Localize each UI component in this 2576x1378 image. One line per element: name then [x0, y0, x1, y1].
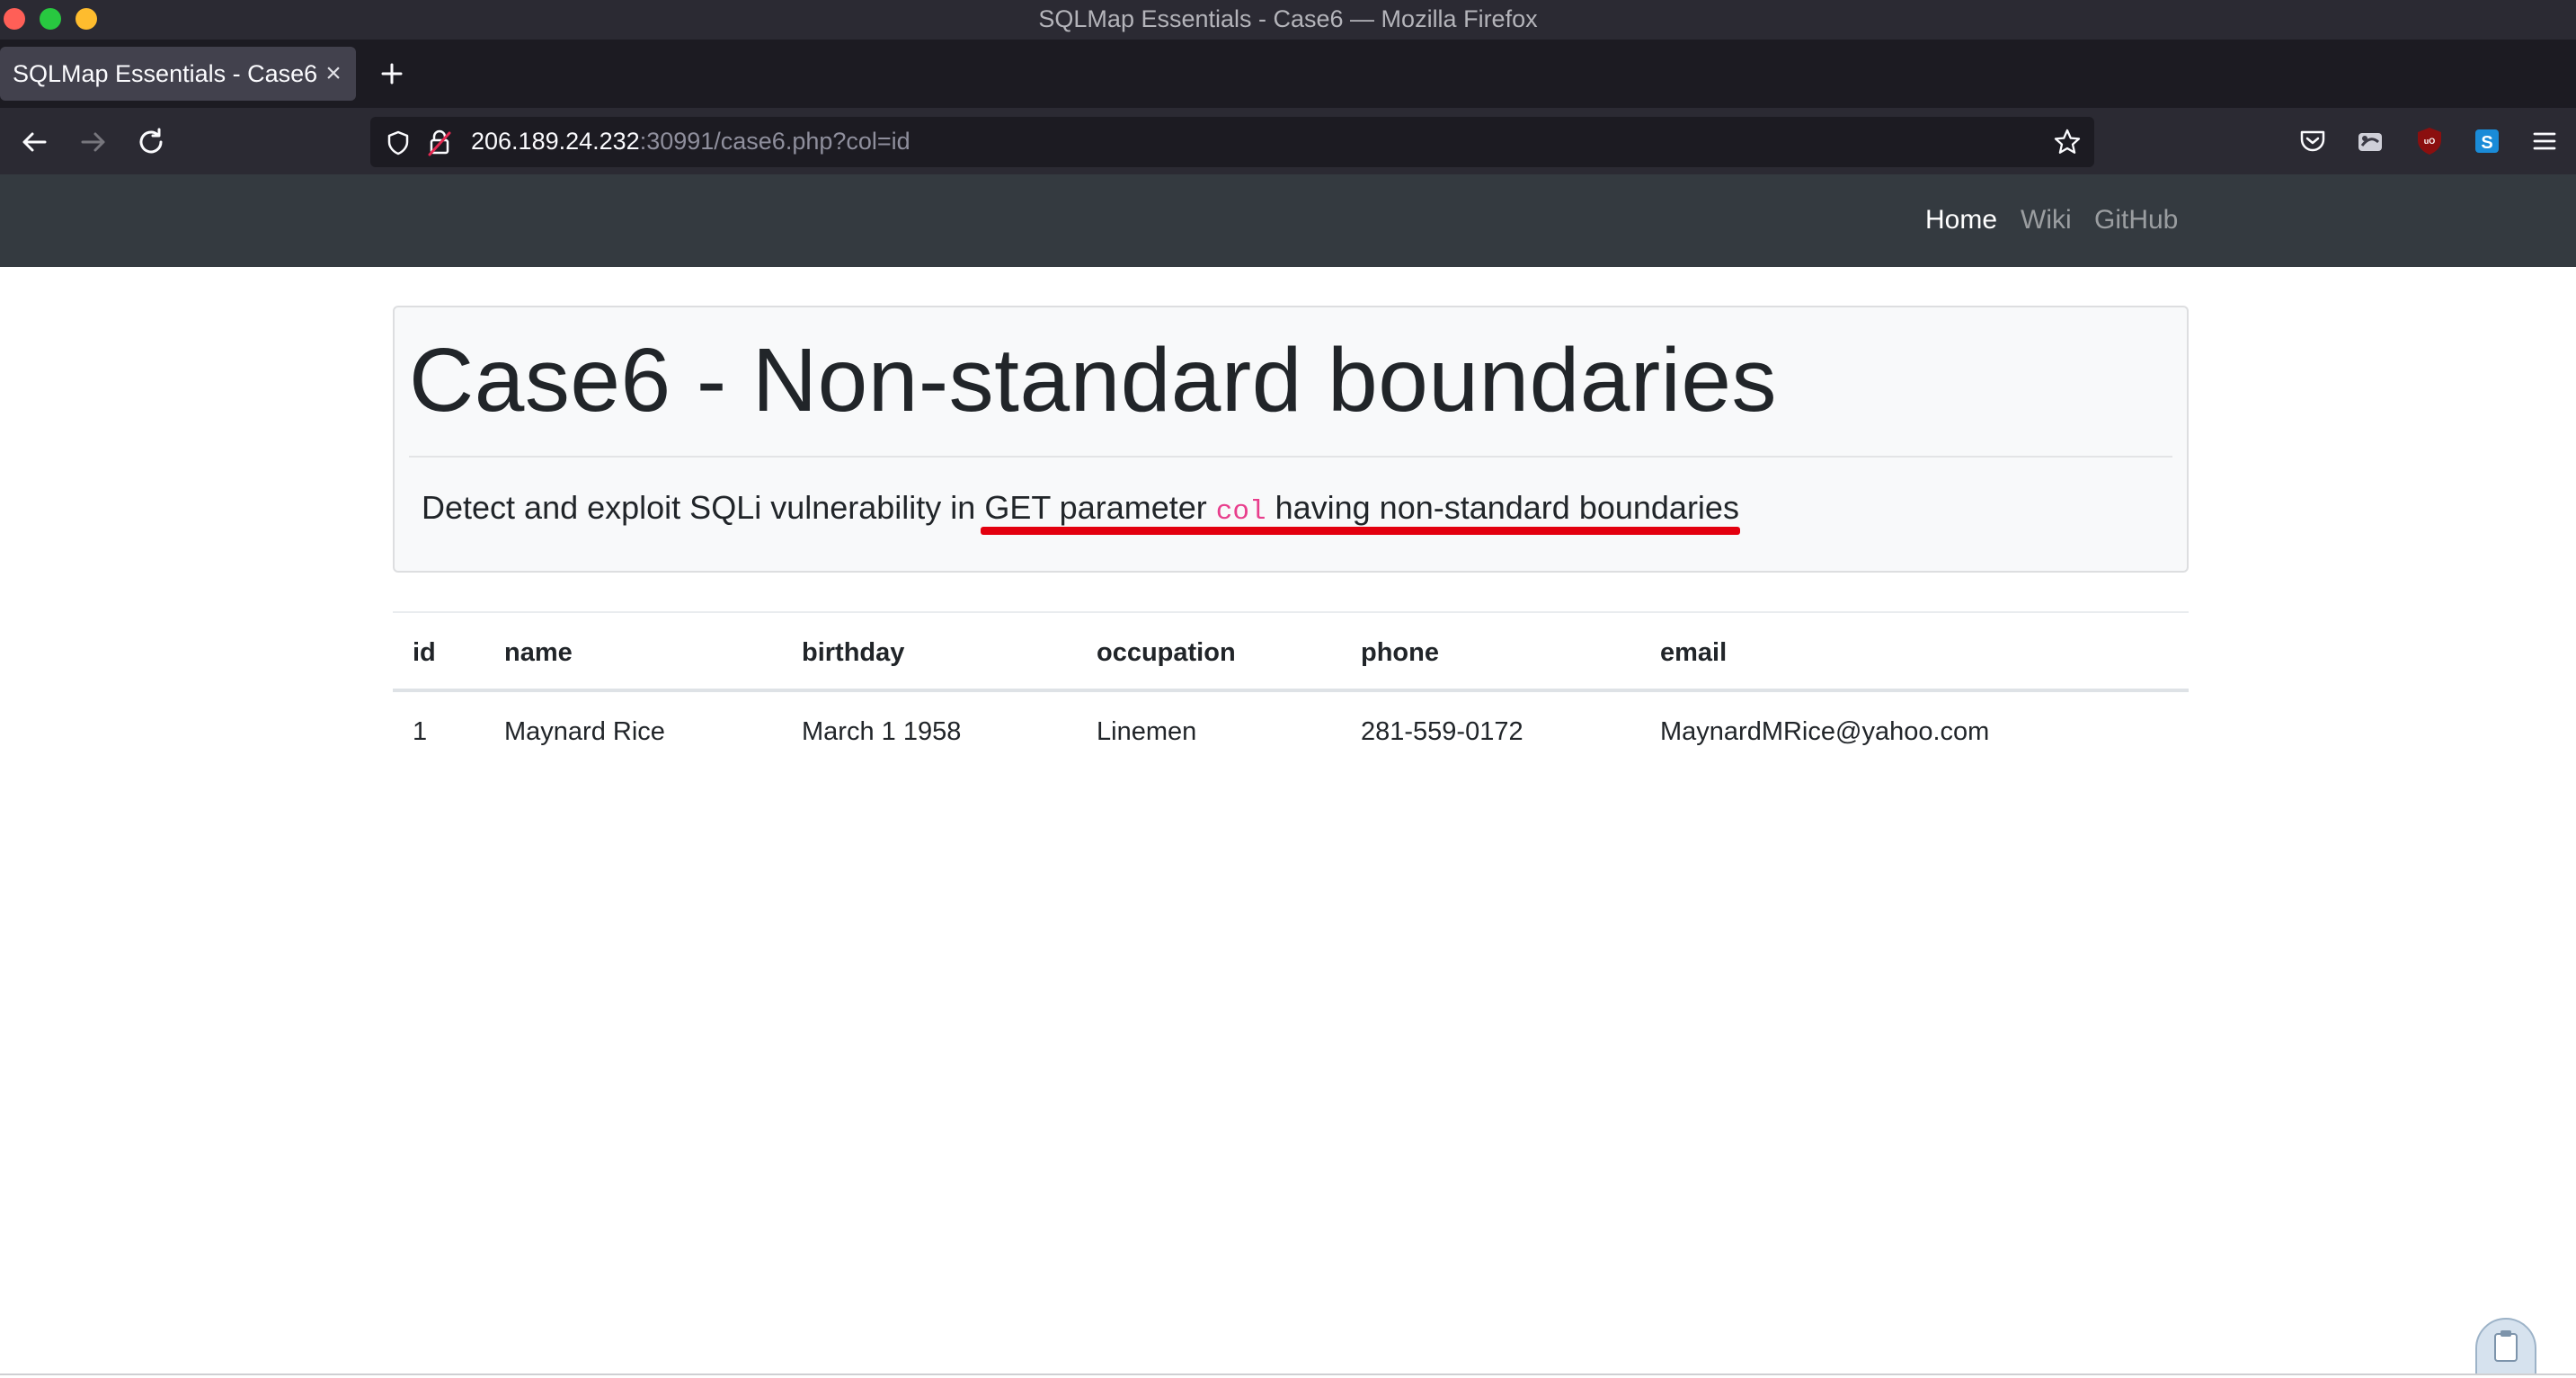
window-title: SQLMap Essentials - Case6 — Mozilla Fire…: [1038, 5, 1538, 32]
plus-icon: [381, 63, 403, 84]
insecure-lock-icon[interactable]: [426, 128, 453, 156]
tab-bar: SQLMap Essentials - Case6 ×: [0, 40, 2576, 108]
tab-close-icon[interactable]: ×: [320, 58, 347, 90]
table-header-row: id name birthday occupation phone email: [393, 611, 2189, 692]
nav-link-github[interactable]: GitHub: [2094, 205, 2178, 236]
arrow-right-icon: [81, 132, 105, 152]
skype-extension-icon[interactable]: S: [2470, 124, 2504, 158]
arrow-left-icon: [22, 132, 47, 152]
page-description: Detect and exploit SQLi vulnerability in…: [422, 489, 1739, 528]
column-header-birthday: birthday: [802, 638, 905, 667]
url-host: 206.189.24.232: [471, 128, 640, 155]
new-tab-button[interactable]: [376, 58, 408, 90]
url-bar[interactable]: 206.189.24.232:30991/case6.php?col=id: [370, 117, 2094, 167]
cell-email: MaynardMRice@yahoo.com: [1660, 717, 1990, 746]
divider: [409, 456, 2172, 458]
tab-active[interactable]: SQLMap Essentials - Case6 ×: [0, 47, 356, 101]
clipboard-glyph-icon: [2494, 1330, 2518, 1362]
cell-phone: 281-559-0172: [1361, 717, 1523, 746]
site-navbar: Home Wiki GitHub: [0, 174, 2576, 267]
nav-link-wiki[interactable]: Wiki: [2021, 205, 2072, 236]
reload-icon: [139, 128, 163, 154]
bookmark-star-icon[interactable]: [2053, 128, 2082, 156]
svg-text:uO: uO: [2424, 137, 2436, 146]
description-text-after: having non-standard boundaries: [1266, 489, 1739, 526]
description-text-before: Detect and exploit SQLi vulnerability in…: [422, 489, 1216, 526]
tab-title: SQLMap Essentials - Case6: [13, 60, 318, 87]
svg-text:S: S: [2481, 133, 2492, 153]
ublock-icon[interactable]: uO: [2412, 124, 2447, 158]
parameter-code: col: [1215, 496, 1266, 528]
page-title: Case6 - Non-standard boundaries: [409, 330, 1777, 431]
clipboard-icon[interactable]: [2475, 1318, 2536, 1375]
forward-button[interactable]: [76, 124, 111, 160]
back-button[interactable]: [16, 124, 52, 160]
extension-icon[interactable]: [2353, 124, 2387, 158]
navigation-toolbar: 206.189.24.232:30991/case6.php?col=id uO…: [0, 108, 2576, 174]
cell-name: Maynard Rice: [504, 717, 665, 746]
nav-link-home[interactable]: Home: [1925, 205, 1997, 236]
hamburger-menu-icon[interactable]: [2527, 124, 2562, 158]
url-path: :30991/case6.php?col=id: [639, 128, 910, 155]
column-header-email: email: [1660, 638, 1728, 667]
column-header-occupation: occupation: [1097, 638, 1236, 667]
red-underline-annotation: [981, 527, 1740, 535]
pocket-icon[interactable]: [2296, 124, 2330, 158]
cell-id: 1: [413, 717, 428, 746]
cell-occupation: Linemen: [1097, 717, 1197, 746]
tracking-shield-icon[interactable]: [385, 129, 412, 156]
cell-birthday: March 1 1958: [802, 717, 962, 746]
column-header-id: id: [413, 638, 436, 667]
column-header-phone: phone: [1361, 638, 1439, 667]
url-text[interactable]: 206.189.24.232:30991/case6.php?col=id: [471, 128, 910, 156]
window-titlebar: SQLMap Essentials - Case6 — Mozilla Fire…: [0, 0, 2576, 40]
reload-button[interactable]: [133, 124, 169, 160]
table-row: 1 Maynard Rice March 1 1958 Linemen 281-…: [393, 692, 2189, 773]
column-header-name: name: [504, 638, 573, 667]
